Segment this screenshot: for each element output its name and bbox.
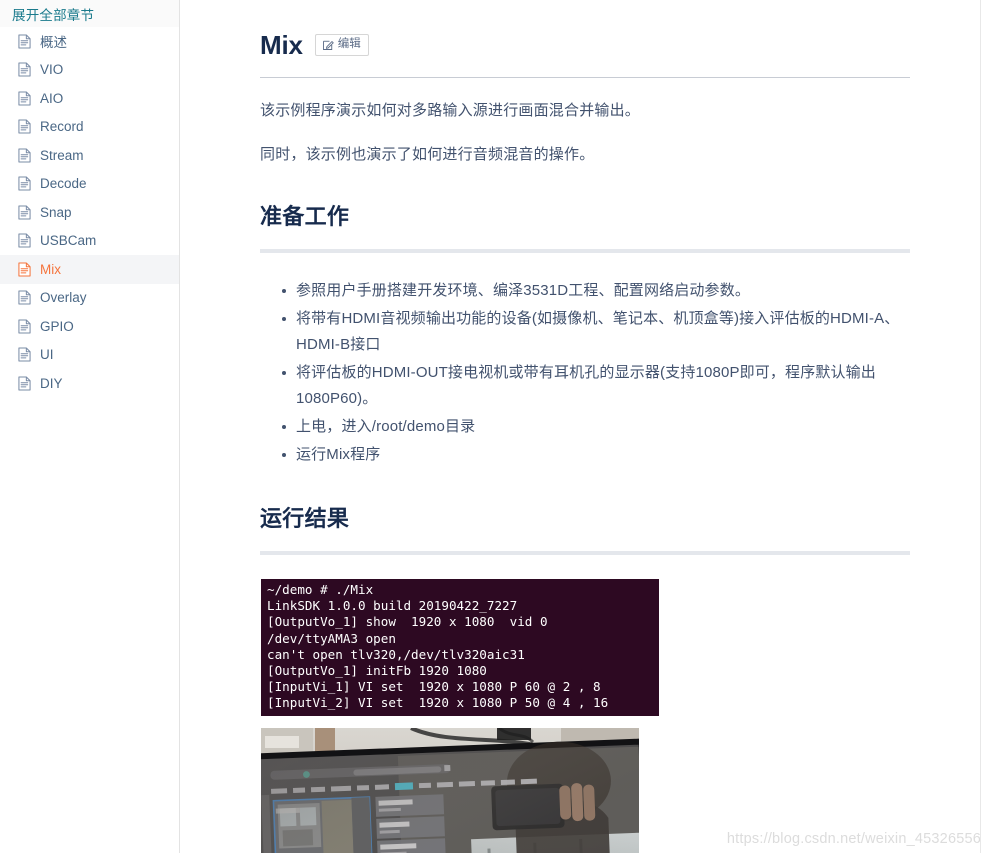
edit-button-label: 编辑: [337, 38, 361, 51]
sidebar-item-label: Decode: [40, 176, 87, 192]
section-divider-preparation: [260, 249, 910, 253]
sidebar-item-diy[interactable]: DIY: [0, 369, 179, 398]
sidebar-item-ui[interactable]: UI: [0, 341, 179, 370]
sidebar-item-snap[interactable]: Snap: [0, 198, 179, 227]
section-heading-results: 运行结果: [260, 506, 350, 531]
sidebar-item-record[interactable]: Record: [0, 113, 179, 142]
sidebar-item-label: Record: [40, 119, 84, 135]
bullet-item: 上电，进入/root/demo目录: [282, 414, 911, 440]
title-row: Mix 编辑: [260, 22, 911, 60]
terminal-output-block: ~/demo # ./Mix LinkSDK 1.0.0 build 20190…: [261, 579, 659, 716]
sidebar-item-vio[interactable]: VIO: [0, 56, 179, 85]
document-icon: [18, 34, 31, 49]
document-icon: [18, 119, 31, 134]
intro-paragraph-2: 同时，该示例也演示了如何进行音频混音的操作。: [260, 146, 595, 163]
sidebar-item-label: Mix: [40, 261, 61, 277]
pencil-edit-icon: [322, 39, 334, 51]
sidebar-item-label: UI: [40, 347, 54, 363]
result-photo: [261, 727, 639, 853]
section-heading-preparation: 准备工作: [260, 204, 350, 229]
content-inner: Mix 编辑 该示例程序演示如何对多路输入源进行画面混合并输出。 同时，该示例也…: [180, 0, 983, 853]
sidebar-item-mix[interactable]: Mix: [0, 255, 179, 284]
expand-all-chapters-toggle[interactable]: 展开全部章节: [0, 0, 179, 27]
sidebar-item-label: VIO: [40, 62, 64, 78]
document-icon: [18, 233, 31, 248]
section-divider-results: [260, 551, 910, 555]
sidebar-item-label: DIY: [40, 375, 63, 391]
document-icon: [18, 148, 31, 163]
sidebar-item-stream[interactable]: Stream: [0, 141, 179, 170]
sidebar-item-usbcam[interactable]: USBCam: [0, 227, 179, 256]
sidebar-item-label: Snap: [40, 204, 72, 220]
page-title: Mix: [260, 30, 303, 60]
page-root: 展开全部章节 概述 VIO AIO Record Stream Decode Snap USB…: [0, 0, 983, 853]
document-icon: [18, 290, 31, 305]
document-icon: [18, 62, 31, 77]
document-icon: [18, 91, 31, 106]
sidebar-item-概述[interactable]: 概述: [0, 27, 179, 56]
title-divider: [260, 77, 910, 78]
document-icon: [18, 347, 31, 362]
document-icon: [18, 319, 31, 334]
sidebar-item-label: 概述: [40, 35, 67, 51]
sidebar-item-overlay[interactable]: Overlay: [0, 284, 179, 313]
sidebar-nav-list: 概述 VIO AIO Record Stream Decode Snap USBCam Mix O…: [0, 27, 179, 398]
bullet-item: 将评估板的HDMI-OUT接电视机或带有耳机孔的显示器(支持1080P即可，程序…: [282, 360, 911, 412]
bullet-item: 将带有HDMI音视频输出功能的设备(如摄像机、笔记本、机顶盒等)接入评估板的HD…: [282, 306, 911, 358]
document-icon: [18, 376, 31, 391]
intro-paragraph-1: 该示例程序演示如何对多路输入源进行画面混合并输出。: [260, 102, 641, 119]
document-icon: [18, 205, 31, 220]
document-icon: [18, 262, 31, 277]
document-icon: [18, 176, 31, 191]
sidebar-item-decode[interactable]: Decode: [0, 170, 179, 199]
bullet-item: 运行Mix程序: [282, 442, 911, 468]
content-area: Mix 编辑 该示例程序演示如何对多路输入源进行画面混合并输出。 同时，该示例也…: [180, 0, 983, 853]
edit-button[interactable]: 编辑: [314, 34, 369, 56]
sidebar-item-label: Overlay: [40, 290, 87, 306]
sidebar-item-aio[interactable]: AIO: [0, 84, 179, 113]
bullet-item: 参照用户手册搭建开发环境、编泽3531D工程、配置网络启动参数。: [282, 278, 911, 304]
sidebar-item-label: USBCam: [40, 233, 97, 249]
sidebar-item-label: GPIO: [40, 318, 74, 334]
preparation-bullet-list: 参照用户手册搭建开发环境、编泽3531D工程、配置网络启动参数。 将带有HDMI音…: [260, 278, 911, 468]
sidebar-item-label: Stream: [40, 147, 84, 163]
sidebar: 展开全部章节 概述 VIO AIO Record Stream Decode Snap USB…: [0, 0, 180, 853]
sidebar-item-label: AIO: [40, 90, 64, 106]
sidebar-item-gpio[interactable]: GPIO: [0, 312, 179, 341]
